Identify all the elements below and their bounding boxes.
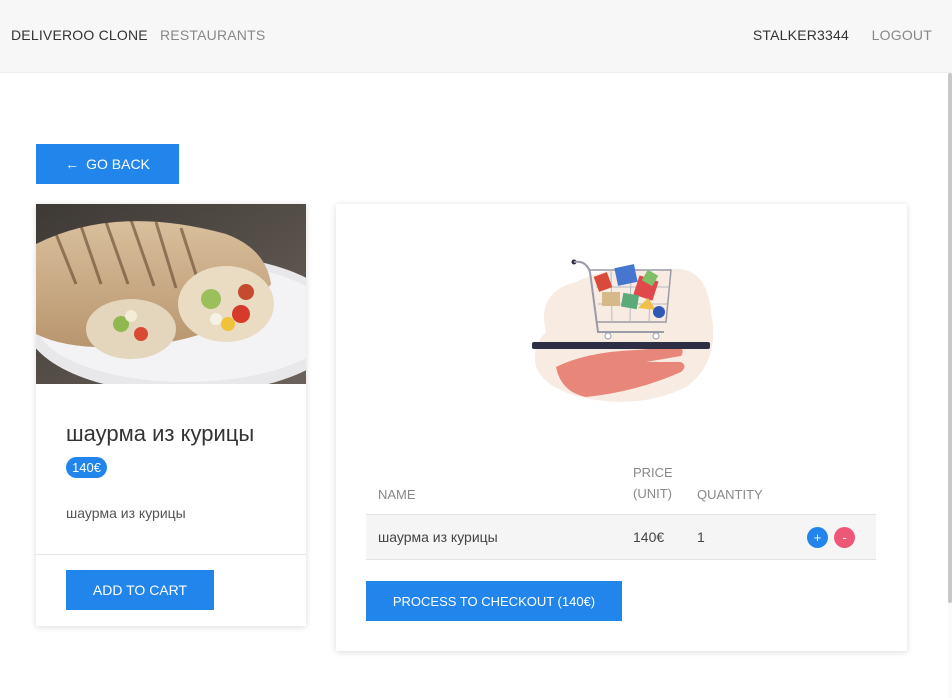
header-quantity: QUANTITY [697, 487, 763, 502]
shawarma-photo [36, 204, 306, 384]
decrease-quantity-button[interactable]: - [834, 527, 855, 548]
card-divider [36, 554, 306, 555]
increase-quantity-button[interactable]: + [807, 527, 828, 548]
brand-link[interactable]: DELIVEROO CLONE [11, 27, 148, 43]
shopping-cart-illustration [532, 259, 714, 402]
dish-title: шаурма из курицы [66, 421, 255, 446]
username-link[interactable]: STALKER3344 [753, 27, 849, 43]
add-to-cart-button[interactable]: ADD TO CART [66, 570, 214, 610]
arrow-left-icon: ← [65, 156, 80, 172]
dish-card: шаурма из курицы 140€ шаурма из курицы A… [36, 204, 306, 626]
nav-restaurants-link[interactable]: RESTAURANTS [160, 27, 265, 43]
scrollbar-thumb[interactable] [948, 73, 952, 603]
go-back-button[interactable]: ← GO BACK [36, 144, 179, 184]
dish-image [36, 204, 306, 384]
header-price-unit: PRICE (UNIT) [633, 465, 673, 501]
checkout-button[interactable]: PROCESS TO CHECKOUT (140€) [366, 581, 622, 621]
go-back-label: GO BACK [86, 156, 150, 172]
item-price: 140€ [633, 529, 665, 545]
dish-description: шаурма из курицы [66, 505, 186, 521]
cart-panel: NAME PRICE (UNIT) QUANTITY шаурма из кур… [336, 204, 907, 651]
logout-link[interactable]: LOGOUT [872, 27, 932, 43]
price-badge: 140€ [66, 457, 107, 478]
table-row: шаурма из курицы 140€ 1 + - [366, 514, 876, 560]
header-name: NAME [378, 487, 416, 502]
top-navbar: DELIVEROO CLONE RESTAURANTS STALKER3344 … [0, 0, 952, 73]
item-name: шаурма из курицы [378, 529, 498, 545]
item-quantity: 1 [697, 529, 705, 545]
